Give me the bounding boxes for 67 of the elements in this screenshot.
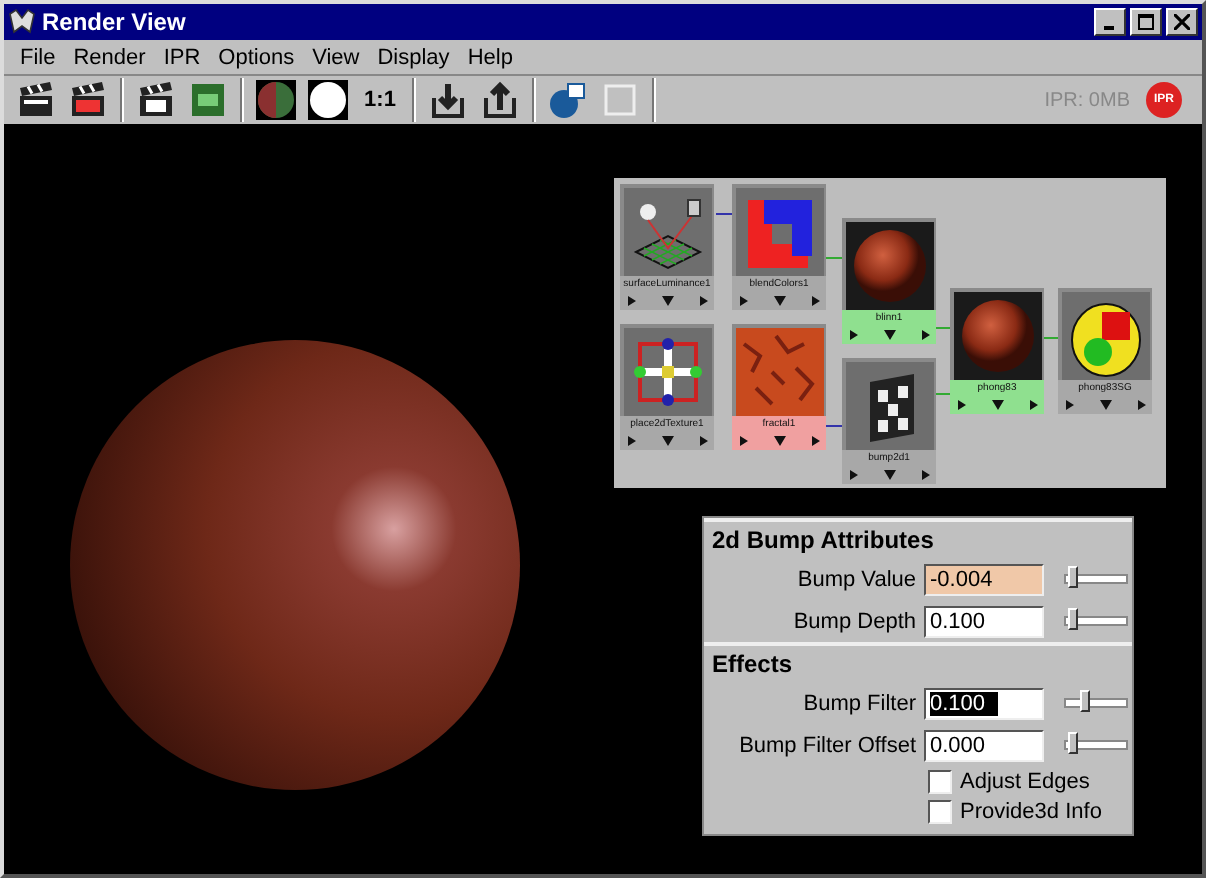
connection-line	[935, 327, 951, 329]
attribute-label: Bump Filter Offset	[737, 733, 918, 757]
actual-size-button[interactable]: 1:1	[356, 78, 404, 122]
window-title: Render View	[42, 8, 188, 36]
menu-item[interactable]: Display	[377, 45, 450, 69]
attribute-label: Bump Depth	[791, 609, 918, 633]
toolbar-button[interactable]	[252, 78, 300, 122]
clapper-icon	[134, 78, 178, 122]
value-field[interactable]: 0.100	[924, 605, 1044, 637]
connection-line	[825, 257, 843, 259]
connection-line	[1043, 337, 1059, 339]
attribute-label: Bump Filter	[801, 691, 918, 715]
ipr-render-icon	[186, 78, 230, 122]
section-header: 2d Bump Attributes	[704, 518, 1132, 558]
slider-thumb[interactable]	[1067, 608, 1077, 630]
node-thumbnail	[735, 328, 823, 416]
connection-line	[715, 213, 733, 215]
node-thumbnail	[623, 188, 711, 276]
clapper-icon	[66, 78, 110, 122]
close-icon	[1174, 14, 1190, 30]
node-thumbnail	[623, 328, 711, 416]
ipr-memory-label: IPR: 0MB	[1044, 89, 1130, 111]
color-channels-icon	[254, 78, 298, 122]
value-field[interactable]: -0.004	[924, 563, 1044, 595]
port-arrows-icon	[735, 294, 823, 308]
menu-item[interactable]: Render	[73, 45, 146, 69]
close-button[interactable]	[1166, 8, 1198, 36]
keep-image-icon	[426, 78, 470, 122]
port-arrows-icon	[845, 328, 933, 342]
menu-item[interactable]: IPR	[163, 45, 201, 69]
checkbox-label: Adjust Edges	[960, 769, 1090, 793]
alpha-channel-icon	[306, 78, 350, 122]
node-thumbnail	[1061, 292, 1149, 380]
app-icon	[8, 8, 36, 36]
port-arrows-icon	[623, 434, 711, 448]
minimize-button[interactable]	[1094, 8, 1126, 36]
node-thumbnail	[845, 362, 933, 450]
value-field[interactable]: 0.100	[924, 687, 1044, 719]
port-arrows-icon	[845, 468, 933, 482]
attribute-label: Bump Value	[795, 567, 918, 591]
value-field[interactable]: 0.000	[924, 729, 1044, 761]
menu-item[interactable]: View	[312, 45, 360, 69]
maximize-icon	[1138, 14, 1154, 30]
menu-item[interactable]: Options	[218, 45, 295, 69]
connection-line	[825, 425, 843, 427]
port-arrows-icon	[623, 294, 711, 308]
checkbox[interactable]	[928, 769, 952, 793]
menu-item[interactable]: File	[20, 45, 56, 69]
node-thumbnail	[845, 222, 933, 310]
slider-thumb[interactable]	[1067, 566, 1077, 588]
snapshot-icon	[546, 78, 590, 122]
port-arrows-icon	[1061, 398, 1149, 412]
port-arrows-icon	[953, 398, 1041, 412]
checkbox-label: Provide3d Info	[960, 799, 1102, 823]
port-arrows-icon	[735, 434, 823, 448]
node-thumbnail	[953, 292, 1041, 380]
node-thumbnail	[735, 188, 823, 276]
checkbox[interactable]	[928, 799, 952, 823]
slider-thumb[interactable]	[1079, 690, 1089, 712]
toolbar-button[interactable]	[304, 78, 352, 122]
section-header: Effects	[704, 642, 1132, 682]
slider-thumb[interactable]	[1067, 732, 1077, 754]
maximize-button[interactable]	[1130, 8, 1162, 36]
remove-image-icon	[478, 78, 522, 122]
clapper-icon	[14, 78, 58, 122]
connection-line	[935, 393, 951, 395]
menu-item[interactable]: Help	[467, 45, 513, 69]
